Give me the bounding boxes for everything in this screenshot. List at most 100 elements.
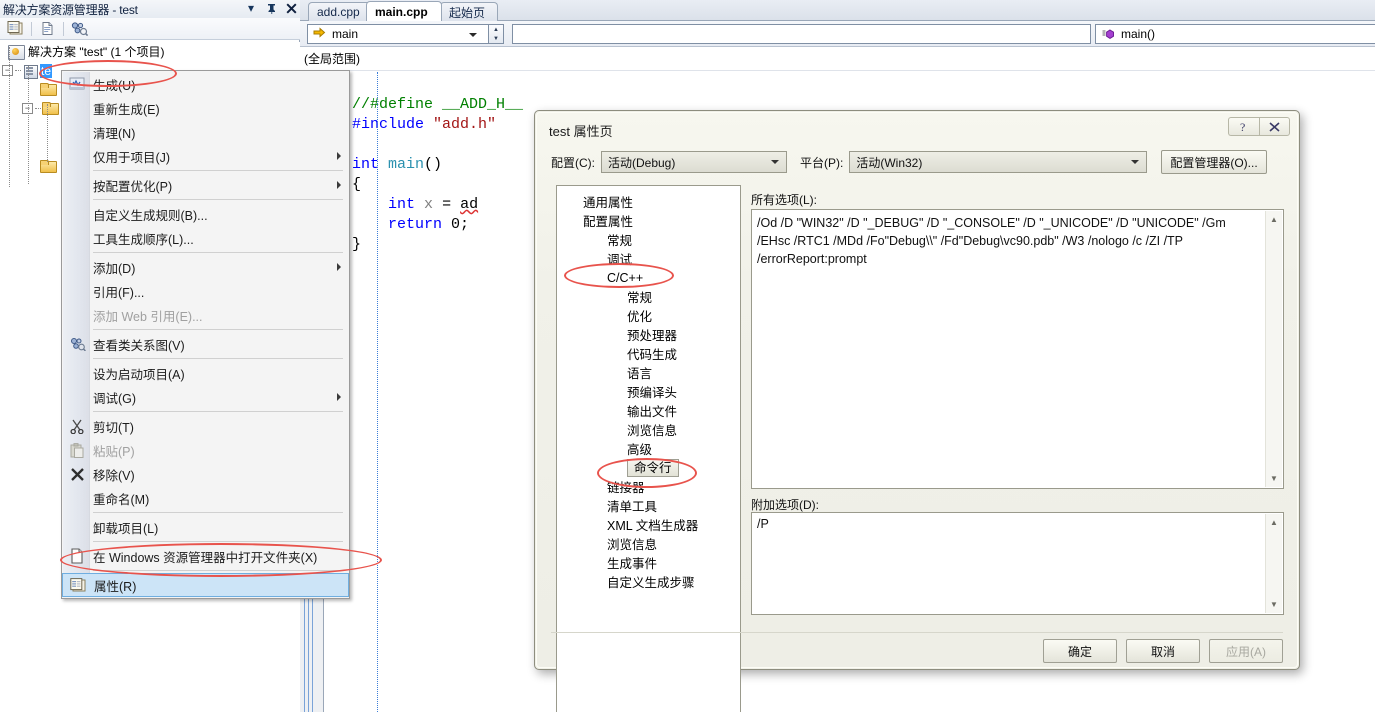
context-menu-item[interactable]: 重新生成(E) [62, 96, 349, 120]
property-page-item[interactable]: C/C++ [557, 268, 740, 287]
close-icon[interactable] [284, 1, 298, 15]
property-page-item[interactable]: 通用属性 [557, 192, 740, 211]
all-options-textbox[interactable]: /Od /D "WIN32" /D "_DEBUG" /D "_CONSOLE"… [751, 209, 1284, 489]
context-menu-item[interactable]: 在 Windows 资源管理器中打开文件夹(X) [62, 544, 349, 568]
context-menu-item[interactable]: 自定义生成规则(B)... [62, 202, 349, 226]
configuration-select[interactable]: 活动(Debug) [601, 151, 787, 173]
property-page-label: XML 文档生成器 [607, 519, 699, 533]
property-page-item[interactable]: 浏览信息 [557, 420, 740, 439]
nav-middle-field[interactable] [512, 24, 1091, 44]
context-menu-item[interactable]: 生成(U) [62, 72, 349, 96]
chevron-down-icon[interactable] [771, 160, 779, 164]
properties-window-icon[interactable] [5, 20, 26, 38]
property-page-label: 配置属性 [583, 215, 634, 229]
context-menu-item[interactable]: 仅用于项目(J) [62, 144, 349, 168]
property-page-item[interactable]: 配置属性 [557, 211, 740, 230]
pin-icon[interactable] [264, 1, 278, 15]
context-menu-item[interactable]: 按配置优化(P) [62, 173, 349, 197]
scroll-down-icon[interactable]: ▼ [1266, 470, 1282, 487]
context-menu-separator [93, 199, 343, 200]
property-page-label: 优化 [627, 310, 653, 324]
context-menu-item[interactable]: 清理(N) [62, 120, 349, 144]
help-button[interactable]: ? [1228, 117, 1259, 136]
open-folder-icon [68, 547, 86, 565]
context-menu-item[interactable]: 卸载项目(L) [62, 515, 349, 539]
context-menu-item[interactable]: 属性(R) [62, 573, 349, 597]
property-page-item[interactable]: 浏览信息 [557, 534, 740, 553]
class-member-dropdown-left[interactable]: main [307, 24, 489, 44]
property-page-item[interactable]: 调试 [557, 249, 740, 268]
dialog-title: test 属性页 [549, 124, 613, 139]
context-menu-separator [93, 512, 343, 513]
dialog-window-buttons: ? [1228, 117, 1290, 136]
context-menu-item[interactable]: 添加(D) [62, 255, 349, 279]
property-page-item[interactable]: 自定义生成步骤 [557, 572, 740, 591]
spinner-down-icon[interactable]: ▼ [489, 34, 503, 43]
tree-item-solution[interactable]: 解决方案 "test" (1 个项目) [0, 42, 300, 61]
additional-options-textbox[interactable]: /P ▲ ▼ [751, 512, 1284, 615]
additional-options-label: 附加选项(D): [751, 498, 819, 512]
configuration-manager-button[interactable]: 配置管理器(O)... [1161, 150, 1267, 174]
property-page-item[interactable]: 预处理器 [557, 325, 740, 344]
footer-divider [551, 632, 1283, 633]
expander-collapse-icon[interactable]: − [2, 65, 13, 76]
code-line-6: int x = ad [388, 196, 479, 213]
property-page-item[interactable]: 链接器 [557, 477, 740, 496]
dropdown-chevron-icon[interactable]: ▾ [244, 1, 258, 15]
property-page-item[interactable]: 常规 [557, 287, 740, 306]
class-member-dropdown-right[interactable]: main() [1095, 24, 1375, 44]
property-page-item[interactable]: 常规 [557, 230, 740, 249]
property-page-item[interactable]: 清单工具 [557, 496, 740, 515]
context-menu-item[interactable]: 重命名(M) [62, 486, 349, 510]
scroll-up-icon[interactable]: ▲ [1266, 514, 1282, 531]
chevron-down-icon[interactable] [469, 33, 477, 37]
configuration-value: 活动(Debug) [608, 155, 676, 170]
context-menu-item[interactable]: 工具生成顺序(L)... [62, 226, 349, 250]
scroll-up-icon[interactable]: ▲ [1266, 211, 1282, 228]
remove-x-icon [68, 465, 86, 483]
submenu-arrow-icon [337, 181, 341, 189]
context-menu-item[interactable]: 查看类关系图(V) [62, 332, 349, 356]
tree-connector [47, 104, 48, 162]
property-page-label: 语言 [627, 367, 653, 381]
all-options-scrollbar[interactable]: ▲ ▼ [1265, 211, 1282, 487]
apply-button[interactable]: 应用(A) [1209, 639, 1283, 663]
ok-button[interactable]: 确定 [1043, 639, 1117, 663]
property-page-item[interactable]: 命令行 [557, 458, 740, 477]
scope-value[interactable]: (全局范围) [300, 48, 364, 70]
code-line-8: } [352, 236, 362, 253]
property-page-item[interactable]: 代码生成 [557, 344, 740, 363]
context-menu-item[interactable]: 调试(G) [62, 385, 349, 409]
code-line-4: int main() [352, 156, 443, 173]
property-page-label: 高级 [627, 443, 653, 457]
property-page-item[interactable]: 高级 [557, 439, 740, 458]
spinner-up-icon[interactable]: ▲ [489, 25, 503, 34]
show-all-files-icon[interactable] [37, 20, 58, 38]
property-page-item[interactable]: 优化 [557, 306, 740, 325]
tab-start-page[interactable]: 起始页 [440, 2, 498, 21]
property-page-item[interactable]: 输出文件 [557, 401, 740, 420]
platform-select[interactable]: 活动(Win32) [849, 151, 1148, 173]
tab-main-cpp[interactable]: main.cpp [366, 1, 442, 21]
additional-options-scrollbar[interactable]: ▲ ▼ [1265, 514, 1282, 613]
chevron-down-icon[interactable] [1131, 160, 1140, 164]
context-menu-item[interactable]: 剪切(T) [62, 414, 349, 438]
context-menu-item[interactable]: 引用(F)... [62, 279, 349, 303]
property-page-label: 预处理器 [627, 329, 678, 343]
property-page-item[interactable]: XML 文档生成器 [557, 515, 740, 534]
cancel-button[interactable]: 取消 [1126, 639, 1200, 663]
context-menu-separator [93, 358, 343, 359]
all-options-label: 所有选项(L): [751, 193, 818, 207]
property-page-label: 浏览信息 [607, 538, 658, 552]
nav-spinner[interactable]: ▲ ▼ [489, 24, 504, 44]
context-menu-item[interactable]: 设为启动项目(A) [62, 361, 349, 385]
property-page-item[interactable]: 预编译头 [557, 382, 740, 401]
close-button[interactable] [1259, 117, 1290, 136]
context-menu-item-label: 调试(G) [93, 391, 137, 406]
view-class-diagram-icon[interactable] [69, 20, 90, 38]
context-menu-item[interactable]: 移除(V) [62, 462, 349, 486]
property-page-item[interactable]: 语言 [557, 363, 740, 382]
property-page-item[interactable]: 生成事件 [557, 553, 740, 572]
scroll-down-icon[interactable]: ▼ [1266, 596, 1282, 613]
